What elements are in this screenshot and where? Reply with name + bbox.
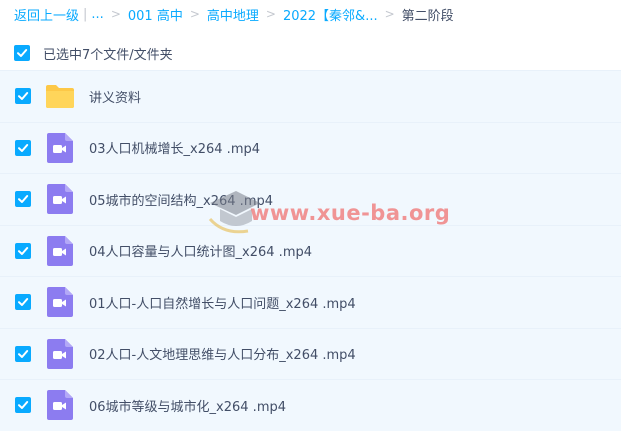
breadcrumb-divider: | xyxy=(83,6,88,22)
file-name[interactable]: 06城市等级与城市化_x264 .mp4 xyxy=(89,396,286,415)
list-item[interactable]: 05城市的空间结构_x264 .mp4 xyxy=(0,173,621,225)
file-name[interactable]: 03人口机械增长_x264 .mp4 xyxy=(89,138,260,157)
video-file-icon xyxy=(47,338,73,369)
checkmark-icon xyxy=(17,49,28,57)
video-file-icon xyxy=(47,132,73,163)
breadcrumb: 返回上一级 | ... > 001 高中 > 高中地理 > 2022【秦邻&..… xyxy=(14,4,454,24)
row-checkbox[interactable] xyxy=(15,397,31,414)
chevron-right-icon: > xyxy=(384,7,395,21)
select-all-checkbox[interactable] xyxy=(14,45,30,61)
checkmark-icon xyxy=(18,246,29,255)
chevron-right-icon: > xyxy=(110,7,121,21)
row-checkbox[interactable] xyxy=(15,88,31,105)
breadcrumb-item-001[interactable]: 001 高中 xyxy=(128,5,183,24)
checkmark-icon xyxy=(18,298,29,307)
checkmark-icon xyxy=(18,349,29,358)
list-item[interactable]: 讲义资料 xyxy=(0,70,621,122)
breadcrumb-item-2022[interactable]: 2022【秦邻&... xyxy=(283,5,378,24)
list-item[interactable]: 06城市等级与城市化_x264 .mp4 xyxy=(0,379,621,431)
checkmark-icon xyxy=(18,143,29,152)
breadcrumb-item-geography[interactable]: 高中地理 xyxy=(207,5,259,24)
video-file-icon xyxy=(47,235,73,266)
video-file-icon xyxy=(47,184,73,214)
file-name[interactable]: 02人口-人文地理思维与人口分布_x264 .mp4 xyxy=(89,344,356,363)
chevron-right-icon: > xyxy=(189,7,200,21)
select-all-bar: 已选中7个文件/文件夹 xyxy=(0,36,621,70)
row-checkbox[interactable] xyxy=(15,139,31,156)
list-item[interactable]: 02人口-人文地理思维与人口分布_x264 .mp4 xyxy=(0,327,621,379)
checkmark-icon xyxy=(18,401,29,410)
list-item[interactable]: 01人口-人口自然增长与人口问题_x264 .mp4 xyxy=(0,276,621,328)
file-name[interactable]: 讲义资料 xyxy=(89,87,141,106)
folder-icon xyxy=(46,85,74,108)
checkmark-icon xyxy=(18,195,29,204)
breadcrumb-ellipsis-link[interactable]: ... xyxy=(91,7,103,22)
file-name[interactable]: 04人口容量与人口统计图_x264 .mp4 xyxy=(89,241,312,260)
file-name[interactable]: 05城市的空间结构_x264 .mp4 xyxy=(89,190,273,209)
list-item[interactable]: 03人口机械增长_x264 .mp4 xyxy=(0,121,621,173)
breadcrumb-back-link[interactable]: 返回上一级 xyxy=(14,5,79,24)
checkmark-icon xyxy=(18,92,29,101)
selection-count-label: 已选中7个文件/文件夹 xyxy=(43,47,173,63)
file-list: 讲义资料 03人口机械增长_x264 .mp4 05城市的空间结构_x264 .… xyxy=(0,70,621,431)
row-checkbox[interactable] xyxy=(15,345,31,362)
video-file-icon xyxy=(47,287,73,317)
breadcrumb-current: 第二阶段 xyxy=(401,8,454,24)
video-file-icon xyxy=(47,390,73,420)
list-item[interactable]: 04人口容量与人口统计图_x264 .mp4 xyxy=(0,224,621,276)
chevron-right-icon: > xyxy=(265,7,276,21)
row-checkbox[interactable] xyxy=(15,242,31,259)
row-checkbox[interactable] xyxy=(15,294,31,311)
row-checkbox[interactable] xyxy=(15,191,31,208)
file-name[interactable]: 01人口-人口自然增长与人口问题_x264 .mp4 xyxy=(89,293,356,312)
